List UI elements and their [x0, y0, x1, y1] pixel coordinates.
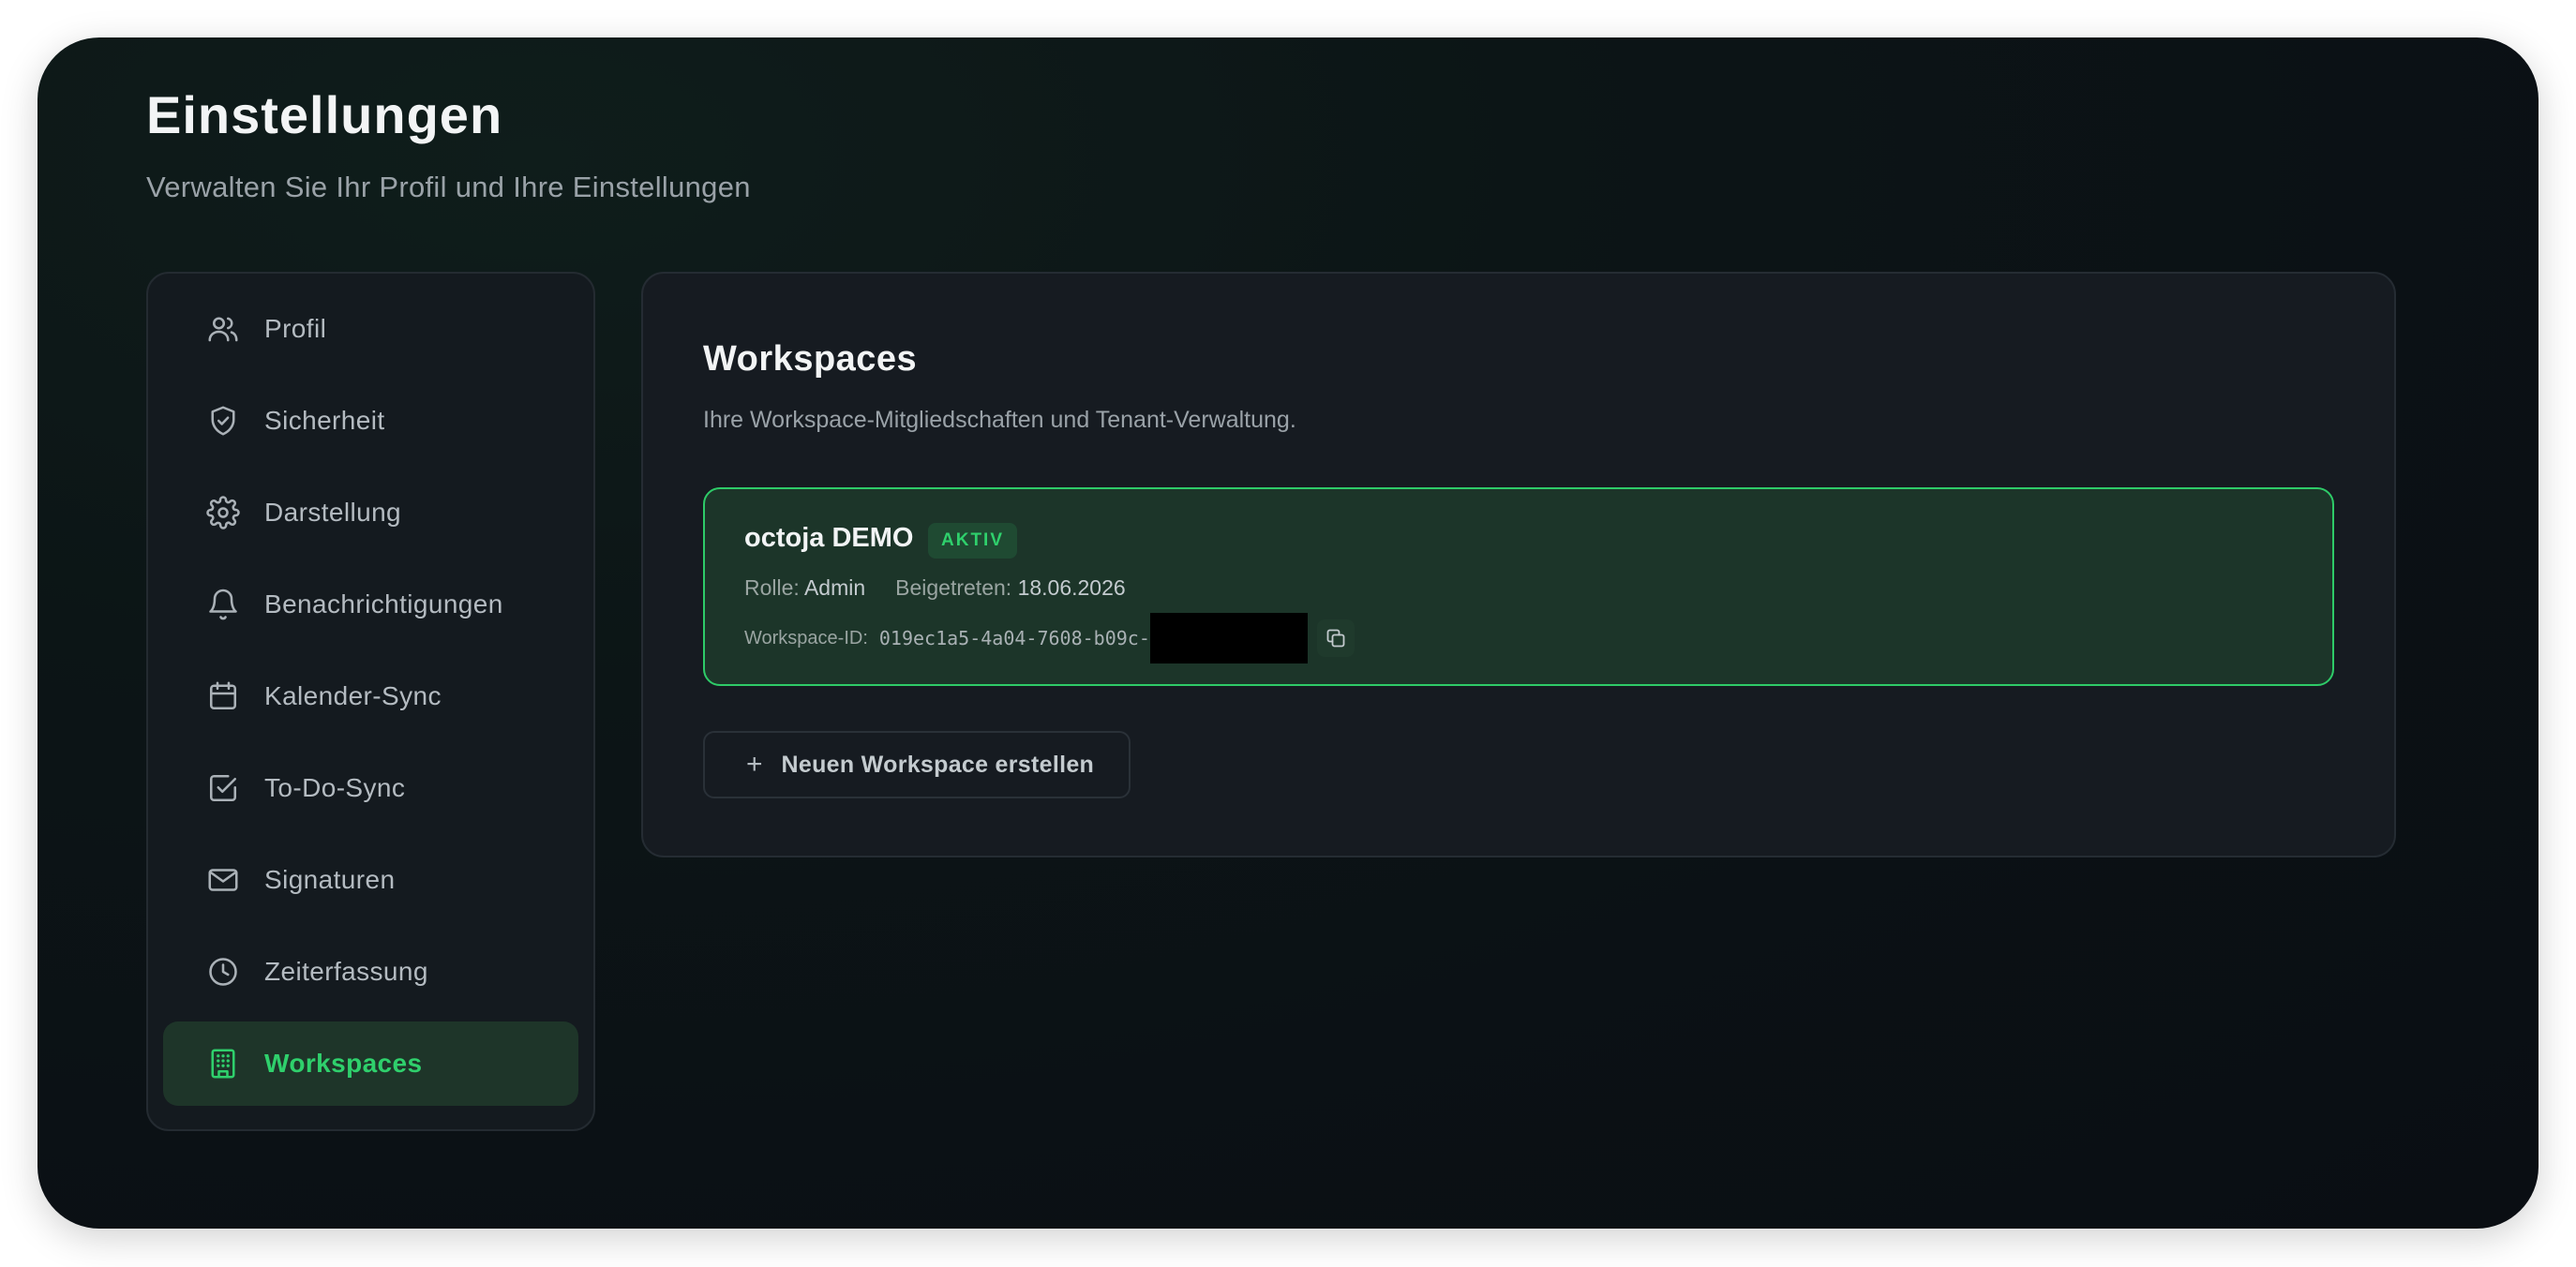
workspace-id-value: 019ec1a5-4a04-7608-b09c- [878, 627, 1150, 649]
sidebar-item-label: Signaturen [264, 865, 396, 894]
section-description: Ihre Workspace-Mitgliedschaften und Tena… [703, 407, 1296, 433]
copy-id-button[interactable] [1316, 619, 1355, 657]
mail-icon [206, 863, 240, 897]
sidebar-item-sicherheit[interactable]: Sicherheit [163, 379, 578, 463]
workspace-meta: Rolle: Admin Beigetreten: 18.06.2026 [744, 575, 1126, 601]
status-badge: AKTIV [928, 523, 1017, 559]
new-workspace-label: Neuen Workspace erstellen [781, 751, 1095, 778]
page-subtitle: Verwalten Sie Ihr Profil und Ihre Einste… [146, 171, 751, 203]
sidebar-item-signaturen[interactable]: Signaturen [163, 838, 578, 922]
bell-icon [206, 588, 240, 621]
page-title: Einstellungen [146, 85, 503, 144]
calendar-icon [206, 679, 240, 713]
sidebar-item-label: To-Do-Sync [264, 773, 406, 802]
shield-icon [206, 404, 240, 438]
sidebar-item-label: Kalender-Sync [264, 681, 442, 710]
role-info: Rolle: Admin [744, 575, 865, 601]
joined-info: Beigetreten: 18.06.2026 [895, 575, 1126, 601]
sidebar-item-label: Sicherheit [264, 406, 385, 435]
sidebar-item-kalender-sync[interactable]: Kalender-Sync [163, 654, 578, 738]
workspace-name: octoja DEMO [744, 523, 914, 553]
new-workspace-button[interactable]: + Neuen Workspace erstellen [703, 731, 1131, 798]
gear-icon [206, 496, 240, 529]
redacted-block [1149, 613, 1308, 663]
clock-icon [206, 955, 240, 989]
workspace-id-row: Workspace-ID: 019ec1a5-4a04-7608-b09c- [744, 613, 1355, 663]
users-icon [206, 312, 240, 346]
sidebar-item-profil[interactable]: Profil [163, 287, 578, 371]
joined-label: Beigetreten: [895, 575, 1012, 600]
building-icon [206, 1047, 240, 1081]
sidebar-item-label: Benachrichtigungen [264, 589, 503, 619]
workspace-id-label: Workspace-ID: [744, 627, 868, 648]
checkbox-icon [206, 771, 240, 805]
workspaces-panel: Workspaces Ihre Workspace-Mitgliedschaft… [641, 272, 2396, 857]
sidebar-item-workspaces[interactable]: Workspaces [163, 1021, 578, 1106]
sidebar-item-label: Profil [264, 314, 327, 343]
sidebar-item-benachrichtigungen[interactable]: Benachrichtigungen [163, 562, 578, 647]
role-label: Rolle: [744, 575, 800, 600]
sidebar-item-to-do-sync[interactable]: To-Do-Sync [163, 746, 578, 830]
sidebar-item-darstellung[interactable]: Darstellung [163, 470, 578, 555]
sidebar-item-label: Workspaces [264, 1049, 423, 1078]
copy-icon [1326, 629, 1345, 648]
settings-window: Einstellungen Verwalten Sie Ihr Profil u… [37, 37, 2539, 1229]
plus-icon: + [746, 749, 763, 780]
sidebar-item-label: Darstellung [264, 498, 402, 527]
role-value: Admin [803, 575, 866, 600]
settings-sidebar: Profil Sicherheit Darstellung Benachrich… [146, 272, 595, 1131]
sidebar-item-label: Zeiterfassung [264, 957, 428, 986]
sidebar-item-zeiterfassung[interactable]: Zeiterfassung [163, 930, 578, 1014]
workspace-card[interactable]: octoja DEMO AKTIV Rolle: Admin Beigetret… [703, 487, 2334, 686]
section-title: Workspaces [703, 339, 918, 379]
joined-value: 18.06.2026 [1017, 575, 1126, 600]
